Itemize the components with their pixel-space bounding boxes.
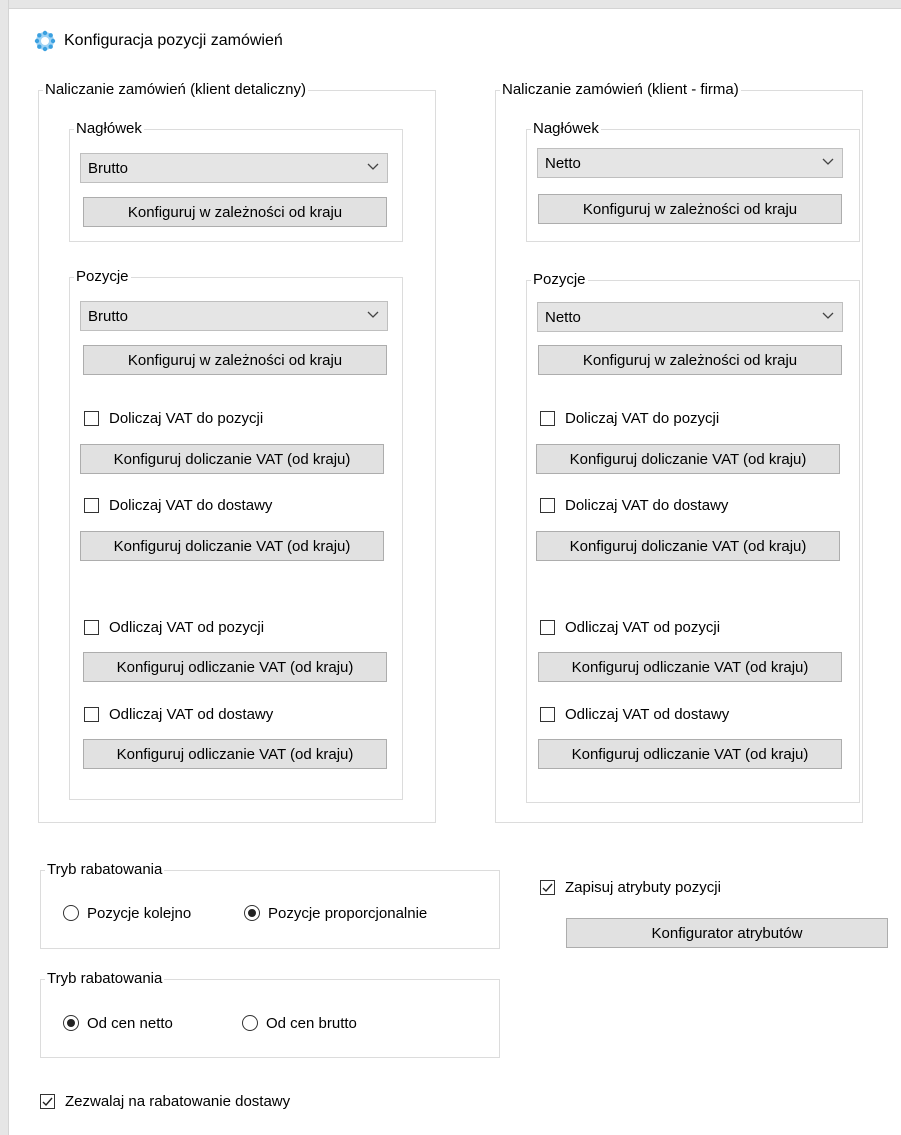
attribute-configurator-button[interactable]: Konfigurator atrybutów xyxy=(566,918,888,948)
checkbox-box[interactable] xyxy=(540,879,555,895)
checkbox-box[interactable] xyxy=(540,706,555,722)
radio-net[interactable]: Od cen netto xyxy=(63,1012,173,1034)
retail-sub-vat-items-checkbox[interactable]: Odliczaj VAT od pozycji xyxy=(84,616,264,638)
radio-proportional[interactable]: Pozycje proporcjonalnie xyxy=(244,902,427,924)
radio-circle[interactable] xyxy=(63,905,79,921)
company-add-vat-items-button[interactable]: Konfiguruj doliczanie VAT (od kraju) xyxy=(536,444,840,474)
save-attributes-checkbox[interactable]: Zapisuj atrybuty pozycji xyxy=(540,876,721,898)
company-items-select[interactable]: Netto xyxy=(537,302,843,332)
discount-mode-legend-1: Tryb rabatowania xyxy=(47,861,163,878)
radio-selected-dot xyxy=(67,1019,75,1027)
checkbox-box[interactable] xyxy=(540,410,555,426)
company-group-legend: Naliczanie zamówień (klient - firma) xyxy=(502,81,739,98)
retail-add-vat-items-checkbox[interactable]: Doliczaj VAT do pozycji xyxy=(84,407,263,429)
retail-sub-vat-delivery-button[interactable]: Konfiguruj odliczanie VAT (od kraju) xyxy=(83,739,387,769)
radio-sequential[interactable]: Pozycje kolejno xyxy=(63,902,191,924)
company-items-legend: Pozycje xyxy=(533,271,586,288)
radio-net-label: Od cen netto xyxy=(87,1014,173,1032)
retail-sub-vat-delivery-label: Odliczaj VAT od dostawy xyxy=(109,705,274,723)
retail-header-select-value: Brutto xyxy=(88,159,129,177)
company-add-vat-delivery-button[interactable]: Konfiguruj doliczanie VAT (od kraju) xyxy=(536,531,840,561)
radio-proportional-label: Pozycje proporcjonalnie xyxy=(268,904,428,922)
company-sub-vat-delivery-label: Odliczaj VAT od dostawy xyxy=(565,705,730,723)
radio-selected-dot xyxy=(248,909,256,917)
company-add-vat-delivery-label: Doliczaj VAT do dostawy xyxy=(565,496,729,514)
chevron-down-icon xyxy=(367,163,379,170)
retail-add-vat-delivery-button[interactable]: Konfiguruj doliczanie VAT (od kraju) xyxy=(80,531,384,561)
company-add-vat-items-checkbox[interactable]: Doliczaj VAT do pozycji xyxy=(540,407,719,429)
radio-gross[interactable]: Od cen brutto xyxy=(242,1012,357,1034)
company-items-configure-button[interactable]: Konfiguruj w zależności od kraju xyxy=(538,345,842,375)
retail-add-vat-delivery-checkbox[interactable]: Doliczaj VAT do dostawy xyxy=(84,494,272,516)
app-gear-icon xyxy=(34,30,56,52)
retail-add-vat-items-label: Doliczaj VAT do pozycji xyxy=(109,409,264,427)
checkbox-box[interactable] xyxy=(84,410,99,426)
checkbox-box[interactable] xyxy=(84,497,99,513)
retail-items-configure-button[interactable]: Konfiguruj w zależności od kraju xyxy=(83,345,387,375)
company-add-vat-items-label: Doliczaj VAT do pozycji xyxy=(565,409,720,427)
retail-items-select-value: Brutto xyxy=(88,307,129,325)
save-attributes-label: Zapisuj atrybuty pozycji xyxy=(565,878,721,896)
retail-add-vat-delivery-label: Doliczaj VAT do dostawy xyxy=(109,496,273,514)
checkbox-box[interactable] xyxy=(84,619,99,635)
company-items-select-value: Netto xyxy=(545,308,581,326)
allow-delivery-discount-label: Zezwalaj na rabatowanie dostawy xyxy=(65,1092,291,1110)
discount-mode-legend-2: Tryb rabatowania xyxy=(47,970,163,987)
company-header-select[interactable]: Netto xyxy=(537,148,843,178)
radio-sequential-label: Pozycje kolejno xyxy=(87,904,192,922)
company-add-vat-delivery-checkbox[interactable]: Doliczaj VAT do dostawy xyxy=(540,494,728,516)
checkbox-box[interactable] xyxy=(40,1093,55,1109)
company-header-configure-button[interactable]: Konfiguruj w zależności od kraju xyxy=(538,194,842,224)
checkbox-box[interactable] xyxy=(84,706,99,722)
checkbox-box[interactable] xyxy=(540,497,555,513)
radio-gross-label: Od cen brutto xyxy=(266,1014,357,1032)
retail-items-legend: Pozycje xyxy=(76,268,129,285)
company-sub-vat-delivery-button[interactable]: Konfiguruj odliczanie VAT (od kraju) xyxy=(538,739,842,769)
retail-header-select[interactable]: Brutto xyxy=(80,153,388,183)
chevron-down-icon xyxy=(367,311,379,318)
checkmark-icon xyxy=(542,883,553,892)
radio-circle[interactable] xyxy=(242,1015,258,1031)
retail-header-configure-button[interactable]: Konfiguruj w zależności od kraju xyxy=(83,197,387,227)
allow-delivery-discount-checkbox[interactable]: Zezwalaj na rabatowanie dostawy xyxy=(40,1090,290,1112)
chevron-down-icon xyxy=(822,312,834,319)
radio-circle[interactable] xyxy=(63,1015,79,1031)
retail-header-legend: Nagłówek xyxy=(76,120,142,137)
checkbox-box[interactable] xyxy=(540,619,555,635)
checkmark-icon xyxy=(42,1097,53,1106)
retail-sub-vat-items-button[interactable]: Konfiguruj odliczanie VAT (od kraju) xyxy=(83,652,387,682)
company-sub-vat-items-label: Odliczaj VAT od pozycji xyxy=(565,618,721,636)
window-title-bar: Konfiguracja pozycji zamówień xyxy=(34,30,283,52)
company-header-legend: Nagłówek xyxy=(533,120,599,137)
window-title: Konfiguracja pozycji zamówień xyxy=(64,32,283,49)
company-sub-vat-items-button[interactable]: Konfiguruj odliczanie VAT (od kraju) xyxy=(538,652,842,682)
company-sub-vat-items-checkbox[interactable]: Odliczaj VAT od pozycji xyxy=(540,616,720,638)
retail-items-select[interactable]: Brutto xyxy=(80,301,388,331)
retail-add-vat-items-button[interactable]: Konfiguruj doliczanie VAT (od kraju) xyxy=(80,444,384,474)
retail-sub-vat-items-label: Odliczaj VAT od pozycji xyxy=(109,618,265,636)
radio-circle[interactable] xyxy=(244,905,260,921)
chevron-down-icon xyxy=(822,158,834,165)
company-header-select-value: Netto xyxy=(545,154,581,172)
company-sub-vat-delivery-checkbox[interactable]: Odliczaj VAT od dostawy xyxy=(540,703,729,725)
window-frame-top xyxy=(0,0,901,9)
retail-sub-vat-delivery-checkbox[interactable]: Odliczaj VAT od dostawy xyxy=(84,703,273,725)
retail-group-legend: Naliczanie zamówień (klient detaliczny) xyxy=(45,81,306,98)
window-frame-left xyxy=(0,0,9,1135)
